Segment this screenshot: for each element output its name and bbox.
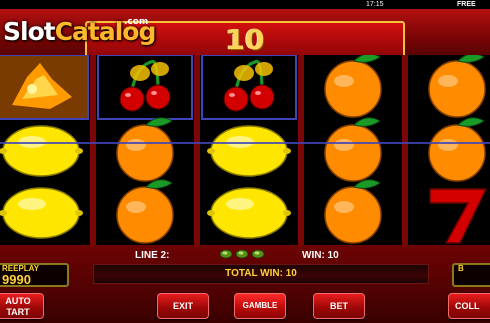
reel-symbol-orange	[116, 117, 174, 182]
reel-symbol-cherry	[201, 55, 297, 120]
bet-panel-label: B	[458, 264, 464, 273]
game-screen: 17:15 FREE 10 SlotCatalog .com LINE 2: W…	[0, 0, 490, 323]
coins-icon	[219, 249, 265, 259]
status-bar: 17:15 FREE	[0, 0, 490, 9]
payline	[0, 142, 490, 144]
reel-symbol-orange	[324, 55, 382, 118]
exit-button[interactable]: EXIT	[157, 293, 209, 319]
total-win-text: TOTAL WIN: 10	[225, 268, 297, 279]
auto-start-line1: AUTO	[5, 296, 31, 306]
mode-label: FREE	[457, 1, 476, 8]
bet-panel: B	[452, 263, 490, 287]
freeplay-value: 9990	[2, 272, 31, 287]
reel-symbol-lemon	[207, 125, 291, 177]
header: 10 SlotCatalog .com	[0, 9, 490, 59]
line-label: LINE 2:	[135, 250, 170, 261]
reel-symbols	[428, 55, 488, 244]
reel-symbol-lemon	[0, 125, 83, 177]
reel-1	[0, 55, 90, 245]
reel-symbol-orange	[428, 117, 486, 182]
line-win-label: WIN: 10	[302, 250, 339, 261]
logo-part1: Slot	[3, 17, 56, 46]
reels-area	[0, 55, 490, 245]
reel-symbol-seven	[429, 188, 488, 244]
reel-3	[200, 55, 298, 245]
reel-symbol-orange	[324, 117, 382, 182]
total-win-bar: TOTAL WIN: 10	[93, 264, 429, 284]
reel-symbol-cherry	[97, 55, 193, 120]
reel-symbol-lemon	[207, 187, 291, 239]
auto-start-line2: TART	[6, 307, 30, 317]
bet-button[interactable]: BET	[313, 293, 365, 319]
reel-symbol-orange	[116, 179, 174, 244]
reel-symbol-orange	[428, 55, 486, 118]
gamble-button[interactable]: GAMBLE	[234, 293, 286, 319]
reel-symbol-lemon	[0, 187, 83, 239]
reel-symbols	[324, 55, 382, 244]
reel-5	[408, 55, 490, 245]
clock: 17:15	[366, 1, 384, 8]
auto-start-button[interactable]: AUTO TART	[0, 293, 44, 319]
freeplay-panel: REEPLAY 9990	[0, 263, 69, 287]
reel-2	[96, 55, 194, 245]
logo-suffix: .com	[124, 17, 149, 27]
collect-button[interactable]: COLL	[448, 293, 490, 319]
reel-symbols	[0, 55, 89, 239]
reel-symbols	[97, 55, 193, 244]
reel-symbol-bell	[0, 55, 89, 120]
reel-4	[304, 55, 402, 245]
reel-symbol-orange	[324, 179, 382, 244]
reel-symbols	[201, 55, 297, 239]
